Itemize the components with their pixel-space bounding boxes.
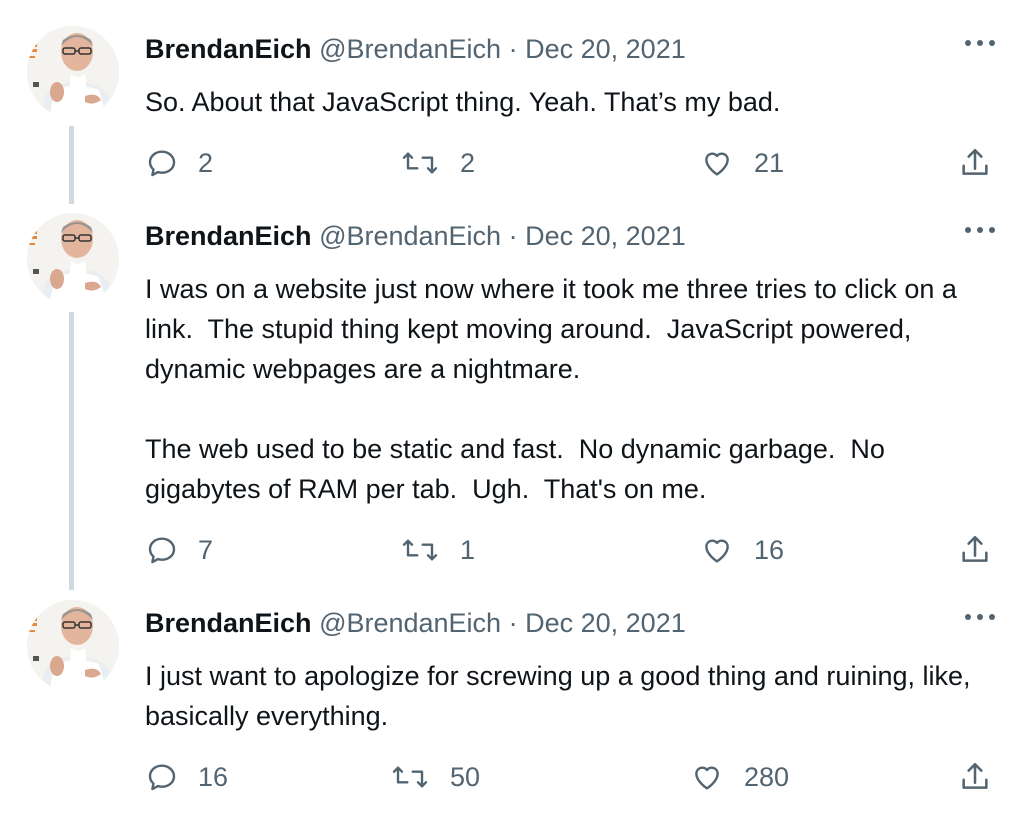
tweet-date[interactable]: Dec 20, 2021 [525, 221, 686, 251]
tweet-paragraph: I was on a website just now where it too… [145, 274, 965, 384]
more-icon[interactable] [962, 34, 998, 54]
like-count: 21 [754, 147, 785, 178]
tweet-paragraph: So. About that JavaScript thing. Yeah. T… [145, 87, 781, 117]
retweet-icon [392, 766, 428, 788]
tweet-text: So. About that JavaScript thing. Yeah. T… [145, 82, 1005, 122]
tweet-actions: 7 1 16 [0, 528, 1024, 572]
separator: · [508, 221, 518, 251]
share-icon [962, 762, 988, 789]
share-button[interactable] [958, 528, 992, 572]
author-name[interactable]: BrendanEich [145, 221, 312, 251]
like-count: 280 [744, 761, 790, 792]
like-icon [705, 539, 729, 563]
like-button[interactable]: 16 [700, 528, 784, 572]
tweet-date[interactable]: Dec 20, 2021 [525, 608, 686, 638]
author-handle[interactable]: @BrendanEich [319, 221, 501, 251]
reply-button[interactable]: 7 [146, 528, 213, 572]
retweet-button[interactable]: 1 [400, 528, 475, 572]
tweet-paragraph: The web used to be static and fast. No d… [145, 434, 893, 504]
avatar-photo [27, 600, 119, 692]
tweet-paragraph: I just want to apologize for screwing up… [145, 661, 979, 731]
reply-count: 16 [198, 761, 229, 792]
share-icon [962, 535, 988, 562]
retweet-count: 2 [460, 147, 476, 178]
like-button[interactable]: 280 [690, 755, 789, 799]
reply-button[interactable]: 16 [146, 755, 228, 799]
reply-icon [148, 150, 176, 177]
author-handle[interactable]: @BrendanEich [319, 608, 501, 638]
separator: · [508, 608, 518, 638]
tweet-text: I was on a website just now where it too… [145, 269, 1005, 509]
share-button[interactable] [958, 755, 992, 799]
like-icon [705, 152, 729, 176]
share-button[interactable] [958, 141, 992, 185]
reply-count: 7 [198, 534, 214, 565]
avatar-photo [27, 213, 119, 305]
retweet-count: 50 [450, 761, 481, 792]
reply-count: 2 [198, 147, 214, 178]
tweet-thread: BrendanEich @BrendanEich · Dec 20, 2021 … [0, 0, 1024, 818]
more-icon[interactable] [962, 221, 998, 241]
tweet-actions: 16 50 280 [0, 755, 1024, 799]
tweet-header: BrendanEich @BrendanEich · Dec 20, 2021 [145, 219, 686, 253]
tweet[interactable]: BrendanEich @BrendanEich · Dec 20, 2021 … [0, 0, 1024, 200]
more-icon[interactable] [962, 608, 998, 628]
tweet-header: BrendanEich @BrendanEich · Dec 20, 2021 [145, 606, 686, 640]
avatar[interactable] [27, 600, 119, 692]
separator: · [508, 34, 518, 64]
reply-button[interactable]: 2 [146, 141, 213, 185]
retweet-icon [402, 539, 438, 561]
retweet-button[interactable]: 50 [390, 755, 480, 799]
like-count: 16 [754, 534, 785, 565]
tweet-text: I just want to apologize for screwing up… [145, 656, 1005, 736]
like-button[interactable]: 21 [700, 141, 784, 185]
like-icon [695, 766, 719, 790]
avatar-photo [27, 26, 119, 118]
avatar[interactable] [27, 26, 119, 118]
reply-icon [148, 537, 176, 564]
share-icon [962, 148, 988, 175]
retweet-button[interactable]: 2 [400, 141, 475, 185]
avatar[interactable] [27, 213, 119, 305]
tweet-actions: 2 2 21 [0, 141, 1024, 185]
tweet[interactable]: BrendanEich @BrendanEich · Dec 20, 2021 … [0, 187, 1024, 587]
tweet[interactable]: BrendanEich @BrendanEich · Dec 20, 2021 … [0, 574, 1024, 818]
retweet-count: 1 [460, 534, 476, 565]
author-name[interactable]: BrendanEich [145, 34, 312, 64]
tweet-date[interactable]: Dec 20, 2021 [525, 34, 686, 64]
retweet-icon [402, 152, 438, 174]
reply-icon [148, 764, 176, 791]
author-handle[interactable]: @BrendanEich [319, 34, 501, 64]
author-name[interactable]: BrendanEich [145, 608, 312, 638]
tweet-header: BrendanEich @BrendanEich · Dec 20, 2021 [145, 32, 686, 66]
